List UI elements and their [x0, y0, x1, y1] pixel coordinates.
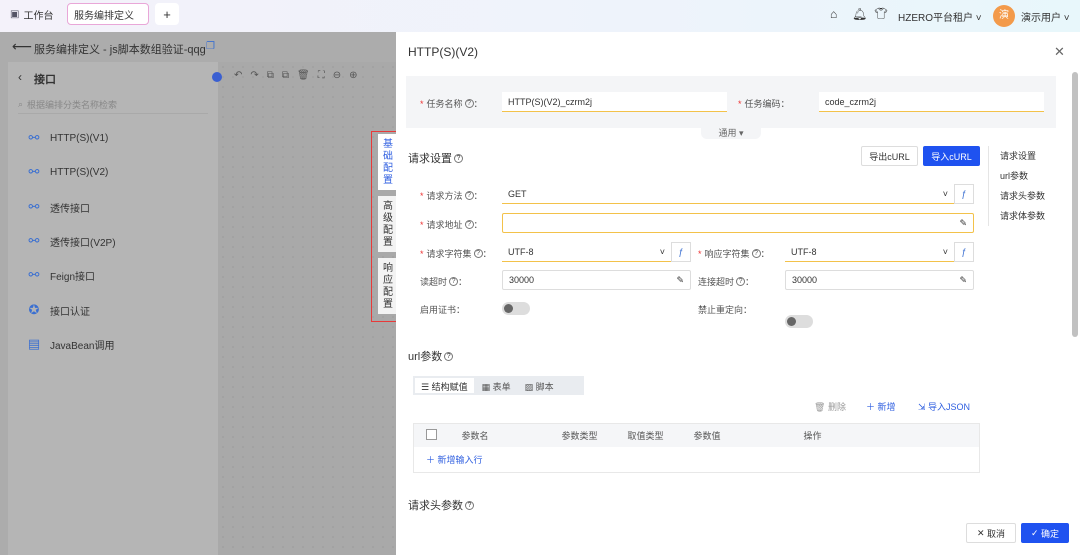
copy-icon[interactable]: ❐ [206, 41, 215, 52]
col-param-value: 参数值 [693, 430, 721, 441]
task-code-input[interactable]: code_czrm2j [819, 92, 1044, 112]
search-input[interactable]: ⌕ 根据编排分类名称检索 [18, 96, 208, 114]
canvas-toolbar[interactable]: ↶↷⧉⧉🗑︎⛶⊖⊕ [234, 70, 366, 81]
shirt-icon[interactable]: 👕︎ [874, 7, 888, 20]
expression-icon[interactable]: ƒ [954, 242, 974, 262]
chevron-left-icon[interactable]: ‹ [18, 70, 22, 84]
tab-workbench[interactable]: ▣ 工作台 [4, 3, 59, 25]
export-curl-button[interactable]: 导出cURL [861, 146, 918, 166]
task-code-label: * 任务编码： [738, 98, 790, 110]
read-timeout-label: 读超时?： [420, 277, 468, 287]
monitor-icon: ▣ [10, 8, 20, 20]
general-toggle[interactable]: 通用 ▾ [701, 126, 761, 139]
list-item[interactable]: ⚯ Feign接口 [26, 267, 95, 283]
window-icon: ▤ [27, 336, 41, 351]
conn-timeout-input[interactable]: 30000 ✎ [785, 270, 974, 290]
cancel-button[interactable]: ✕ 取消 [966, 523, 1016, 543]
chevron-down-icon: ˅ [942, 246, 948, 257]
redirect-label: 禁止重定向： [698, 305, 753, 315]
conn-timeout-label: 连接超时?： [698, 277, 755, 287]
drawer-title: HTTP(S)(V2) [408, 45, 478, 59]
seg-script[interactable]: ▨ 脚本 [519, 378, 560, 393]
search-icon: ⌕ [18, 99, 24, 109]
user-menu[interactable]: 演示用户 ˅ [1021, 9, 1070, 24]
method-label: * 请求方法?： [420, 190, 483, 202]
avatar[interactable]: 演 [993, 5, 1015, 27]
expression-icon[interactable]: ƒ [671, 242, 691, 262]
import-json-button[interactable]: ⇲ 导入JSON [918, 400, 970, 413]
link-icon: ⚯ [28, 164, 40, 179]
url-params-title: url参数? [408, 348, 454, 364]
top-bar: ▣ 工作台 服务编排定义 + ⌂ 🔔︎ 👕︎ HZERO平台租户 ˅ 演 演示用户… [0, 0, 1080, 32]
tab-response-config[interactable]: 响应配置 [378, 258, 398, 314]
list-item[interactable]: ✪ 接口认证 [26, 302, 90, 318]
add-button[interactable]: ＋ 新增 [866, 400, 896, 413]
seg-form[interactable]: ▦ 表单 [476, 378, 517, 393]
select-all-checkbox[interactable] [426, 428, 437, 440]
tab-service-orchestration[interactable]: 服务编排定义 [67, 3, 149, 25]
anchor-header-params[interactable]: 请求头参数 [1000, 186, 1045, 206]
header-params-title: 请求头参数? [408, 497, 474, 513]
scrollbar[interactable] [1072, 72, 1078, 337]
back-arrow-icon[interactable]: ⟵ [12, 38, 32, 55]
req-charset-select[interactable]: UTF-8 ˅ [502, 242, 671, 262]
drawer: HTTP(S)(V2) ✕ * 任务名称?： HTTP(S)(V2)_czrm2j… [396, 32, 1080, 555]
link-icon: ⚯ [28, 130, 40, 145]
cert-toggle[interactable] [502, 302, 530, 315]
resp-charset-select[interactable]: UTF-8 ˅ [785, 242, 954, 262]
mode-segmented: ☰ 结构赋值 ▦ 表单 ▨ 脚本 [413, 376, 584, 395]
list-item[interactable]: ▤ JavaBean调用 [26, 336, 115, 352]
canvas[interactable] [218, 62, 396, 555]
delete-button[interactable]: 🗑︎ 删除 [814, 400, 846, 413]
tab-advanced-config[interactable]: 高级配置 [378, 196, 398, 252]
edit-icon: ✎ [959, 274, 967, 285]
confirm-button[interactable]: ✓ 确定 [1021, 523, 1069, 543]
list-item[interactable]: ⚯ 透传接口 [26, 199, 90, 215]
params-table: 参数名 参数类型 取值类型 参数值 操作 ＋ 新增输入行 [413, 423, 980, 473]
col-value-type: 取值类型 [627, 430, 664, 441]
request-settings-title: 请求设置? [408, 150, 463, 166]
link-icon: ⚯ [28, 267, 40, 282]
cert-label: 启用证书： [420, 305, 466, 315]
col-param-type: 参数类型 [561, 430, 598, 441]
url-label: * 请求地址?： [420, 219, 483, 231]
check-badge-icon: ✪ [28, 302, 40, 317]
list-item[interactable]: ⚯ HTTP(S)(V2) [26, 164, 109, 180]
method-select[interactable]: GET ˅ [502, 184, 954, 204]
list-item[interactable]: ⚯ 透传接口(V2P) [26, 233, 116, 249]
add-tab-button[interactable]: + [155, 3, 179, 25]
edit-icon: ✎ [959, 217, 967, 228]
task-name-input[interactable]: HTTP(S)(V2)_czrm2j [502, 92, 727, 112]
close-icon[interactable]: ✕ [1054, 44, 1065, 60]
redirect-toggle[interactable] [785, 315, 813, 328]
anchor-url-params[interactable]: url参数 [1000, 166, 1045, 186]
col-param-name: 参数名 [461, 430, 489, 441]
chevron-down-icon: ˅ [942, 188, 948, 199]
req-charset-label: * 请求字符集?： [420, 248, 492, 260]
expression-icon[interactable]: ƒ [954, 184, 974, 204]
link-icon: ⚯ [28, 199, 40, 214]
tab-basic-config[interactable]: 基础配置 [378, 134, 398, 190]
home-icon[interactable]: ⌂ [830, 7, 837, 21]
list-item[interactable]: ⚯ HTTP(S)(V1) [26, 130, 109, 146]
bell-icon[interactable]: 🔔︎ [852, 7, 867, 21]
import-curl-button[interactable]: 导入cURL [923, 146, 980, 166]
url-input[interactable]: ✎ [502, 213, 974, 233]
read-timeout-input[interactable]: 30000 ✎ [502, 270, 691, 290]
resp-charset-label: * 响应字符集?： [698, 248, 770, 260]
anchor-body-params[interactable]: 请求体参数 [1000, 206, 1045, 226]
add-row-button[interactable]: ＋ 新增输入行 [414, 447, 980, 473]
col-actions: 操作 [803, 430, 822, 441]
anchor-request-settings[interactable]: 请求设置 [1000, 146, 1045, 166]
page-title: 服务编排定义 - js脚本数组验证-qqg [34, 44, 206, 56]
edit-icon: ✎ [676, 274, 684, 285]
tenant-select[interactable]: HZERO平台租户 ˅ [898, 9, 982, 24]
panel-title: 接口 [34, 74, 56, 86]
anchor-nav: 请求设置 url参数 请求头参数 请求体参数 [988, 146, 1045, 226]
link-icon: ⚯ [28, 233, 40, 248]
task-name-label: * 任务名称?： [420, 98, 483, 110]
seg-structure[interactable]: ☰ 结构赋值 [415, 378, 474, 393]
chevron-down-icon: ˅ [659, 246, 665, 257]
collapse-icon[interactable] [212, 72, 222, 82]
